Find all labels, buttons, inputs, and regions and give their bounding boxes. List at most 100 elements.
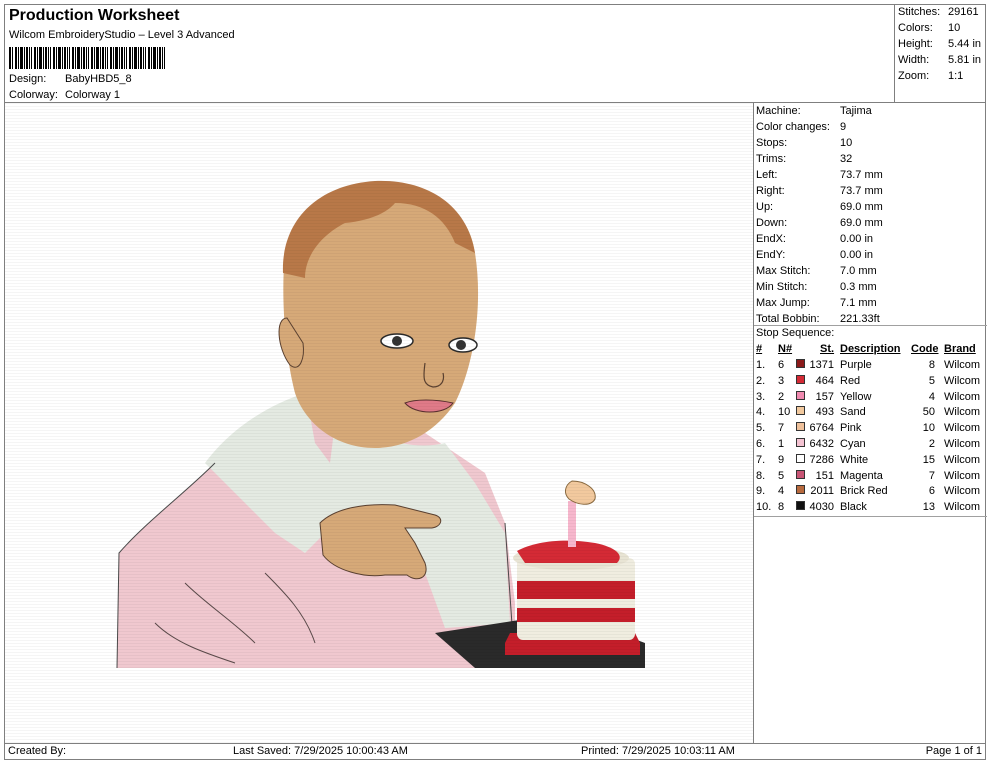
stop-desc: Brick Red	[840, 485, 888, 498]
stop-n: 8	[778, 501, 785, 514]
stop-num: 8.	[756, 469, 766, 482]
stop-num: 2.	[756, 374, 766, 387]
stop-st: 157	[815, 390, 834, 403]
stop-n: 5	[778, 469, 785, 482]
color-swatch	[796, 422, 805, 432]
info-endy: EndY: 0.00 in	[756, 249, 874, 261]
worksheet-header: Production Worksheet Wilcom EmbroiderySt…	[4, 4, 895, 103]
panel-divider	[754, 325, 987, 326]
col-description: Description	[840, 343, 901, 355]
info-color-changes: Color changes: 9	[756, 121, 847, 133]
stop-row: 8. 5 151 Magenta 7 Wilcom	[756, 469, 985, 486]
stop-brand: Wilcom	[944, 469, 981, 482]
stop-st: 6432	[809, 438, 834, 450]
col-num: #	[756, 343, 763, 355]
stat-width: Width: 5.81 in	[898, 54, 982, 66]
stop-desc: Black	[840, 501, 867, 514]
stats-box: Stitches: 29161 Colors: 10 Height: 5.44 in …	[894, 4, 986, 103]
color-swatch	[796, 390, 805, 400]
created-by: Created By:	[8, 745, 67, 757]
stop-brand: Wilcom	[944, 390, 981, 403]
stop-num: 10.	[756, 501, 772, 514]
stop-n: 7	[778, 422, 785, 435]
stop-st: 493	[815, 406, 834, 419]
info-right: Right: 73.7 mm	[756, 185, 883, 197]
stop-brand: Wilcom	[944, 453, 981, 466]
design-row: Design: BabyHBD5_8	[9, 73, 132, 85]
software-subtitle: Wilcom EmbroideryStudio – Level 3 Advanc…	[9, 29, 235, 41]
stop-code: 10	[922, 422, 935, 435]
stat-zoom: Zoom: 1:1	[898, 70, 964, 82]
design-name: BabyHBD5_8	[65, 73, 132, 85]
color-swatch	[796, 453, 805, 463]
stop-st: 1371	[809, 359, 834, 371]
barcode-image	[9, 47, 165, 69]
page-number: Page 1 of 1	[925, 745, 982, 757]
stat-height: Height: 5.44 in	[898, 38, 982, 50]
stop-row: 2. 3 464 Red 5 Wilcom	[756, 374, 985, 391]
col-stitches: St.	[820, 343, 835, 355]
colorway-name: Colorway 1	[65, 89, 121, 101]
stop-desc: Sand	[840, 406, 866, 419]
stop-n: 10	[778, 406, 791, 419]
col-code: Code	[911, 343, 939, 355]
colorway-label: Colorway:	[9, 89, 58, 101]
stop-n: 2	[778, 390, 785, 403]
color-swatch	[796, 501, 805, 511]
stop-row: 9. 4 2011 Brick Red 6 Wilcom	[756, 485, 985, 501]
stop-code: 7	[928, 469, 935, 482]
info-machine: Machine: Tajima	[756, 105, 872, 117]
stop-brand: Wilcom	[944, 501, 981, 514]
color-swatch	[796, 374, 805, 384]
stop-desc: Red	[840, 374, 861, 387]
color-swatch	[796, 469, 805, 479]
stop-n: 4	[778, 485, 785, 498]
info-endx: EndX: 0.00 in	[756, 233, 874, 245]
stop-num: 5.	[756, 422, 766, 435]
color-swatch	[796, 406, 805, 416]
col-brand: Brand	[944, 343, 976, 355]
stop-n: 9	[778, 453, 785, 466]
stop-num: 4.	[756, 406, 766, 419]
stop-brand: Wilcom	[944, 438, 981, 450]
stop-num: 6.	[756, 438, 766, 450]
stop-st: 464	[815, 374, 834, 387]
stop-num: 7.	[756, 453, 766, 466]
stop-brand: Wilcom	[944, 485, 981, 498]
stop-desc: Cyan	[840, 438, 866, 450]
design-preview	[4, 102, 754, 744]
embroidery-design-image	[5, 103, 753, 743]
stop-desc: White	[840, 453, 869, 466]
info-up: Up: 69.0 mm	[756, 201, 883, 213]
stop-num: 3.	[756, 390, 766, 403]
info-total-bobbin: Total Bobbin: 221.33ft	[756, 313, 880, 325]
info-down: Down: 69.0 mm	[756, 217, 883, 229]
worksheet-footer: Created By: Last Saved: 7/29/2025 10:00:…	[4, 743, 986, 760]
col-needle: N#	[778, 343, 793, 355]
info-max-jump: Max Jump: 7.1 mm	[756, 297, 877, 309]
design-label: Design:	[9, 73, 47, 85]
stop-code: 6	[928, 485, 935, 498]
stop-num: 1.	[756, 359, 766, 371]
info-left: Left: 73.7 mm	[756, 169, 883, 181]
stop-brand: Wilcom	[944, 422, 981, 435]
stop-row: 7. 9 7286 White 15 Wilcom	[756, 453, 985, 470]
stop-sequence-title: Stop Sequence:	[756, 327, 835, 339]
stop-st: 2011	[810, 485, 834, 498]
stop-code: 15	[922, 453, 935, 466]
machine-info-panel: Machine: Tajima Color changes: 9 Stops: 10 …	[753, 102, 987, 744]
stop-code: 2	[928, 438, 935, 450]
colorway-row: Colorway: Colorway 1	[9, 89, 120, 101]
stop-n: 6	[778, 359, 785, 371]
stop-row: 6. 1 6432 Cyan 2 Wilcom	[756, 438, 985, 454]
stop-st: 4030	[809, 501, 834, 514]
stop-code: 8	[928, 359, 935, 371]
stop-st: 151	[815, 469, 834, 482]
stat-colors: Colors: 10	[898, 22, 961, 34]
stop-sequence-header: # N# St. Description Code Brand	[756, 343, 985, 358]
stop-st: 7286	[809, 453, 834, 466]
color-swatch	[796, 438, 805, 447]
stop-code: 50	[922, 406, 935, 419]
stop-code: 5	[928, 374, 935, 387]
stop-brand: Wilcom	[944, 374, 981, 387]
